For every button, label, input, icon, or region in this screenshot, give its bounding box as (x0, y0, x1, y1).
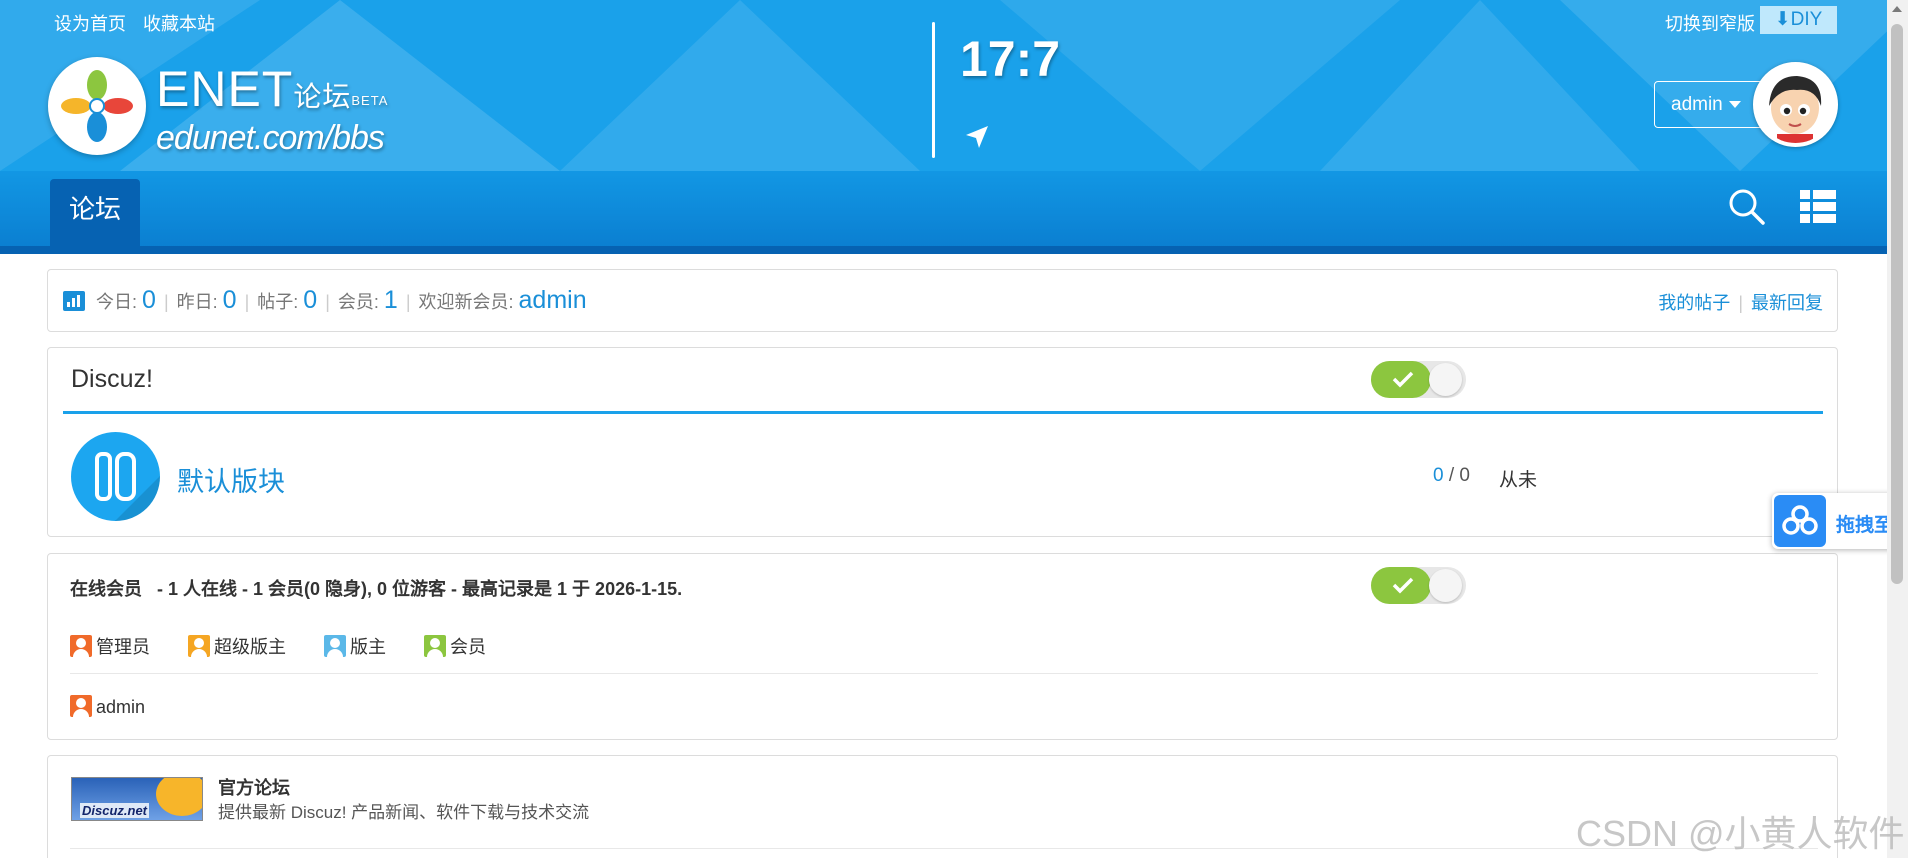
admin-user-icon (70, 695, 92, 717)
bar-chart-icon (63, 291, 85, 311)
user-menu-button[interactable]: admin (1654, 81, 1764, 128)
page-scrollbar[interactable] (1887, 0, 1908, 858)
header-links: 设为首页 收藏本站 (54, 10, 227, 36)
discuz-banner[interactable]: Discuz.net (71, 777, 203, 821)
posts-value: 0 (303, 286, 318, 314)
caret-down-icon (1728, 101, 1741, 109)
legend-super-moderator: 超级版主 (188, 633, 286, 659)
latest-replies-link[interactable]: 最新回复 (1751, 293, 1823, 313)
stats-sep: | (163, 292, 169, 312)
stats-sep: | (405, 292, 411, 312)
board-icon[interactable] (71, 432, 160, 521)
super-moderator-user-icon (188, 635, 211, 657)
brand-main: ENET (156, 61, 294, 117)
today-value: 0 (142, 286, 156, 314)
members-value: 1 (383, 286, 398, 314)
board-name-link[interactable]: 默认版块 (177, 460, 285, 499)
my-posts-link[interactable]: 我的帖子 (1658, 293, 1730, 313)
stats-line: 今日: 0 | 昨日: 0 | 帖子: 0 | 会员: 1 | 欢迎新会员: admin (96, 286, 587, 315)
location-arrow-icon (966, 126, 988, 148)
nav-tab-forum[interactable]: 论坛 (50, 179, 140, 247)
board-counts: 0 / 0 (1433, 465, 1470, 487)
online-collapse-toggle[interactable] (1371, 567, 1466, 604)
newest-member-link[interactable]: admin (519, 286, 587, 314)
member-user-icon (424, 635, 447, 657)
scroll-up-icon[interactable] (1892, 6, 1902, 12)
online-summary-text: - 1 人在线 - 1 会员(0 隐身), 0 位游客 - 最高记录是 1 于 … (157, 579, 683, 599)
online-members: 在线会员 - 1 人在线 - 1 会员(0 隐身), 0 位游客 - 最高记录是… (47, 553, 1838, 740)
page: 设为首页 收藏本站 ENET论坛BETA edunet.com/bbs 17:7… (0, 0, 1908, 858)
switch-narrow-link[interactable]: 切换到窄版 (1665, 10, 1755, 36)
member-legend: 管理员 超级版主 版主 会员 (70, 633, 519, 659)
avatar-image (1757, 66, 1834, 143)
links-divider (70, 848, 1818, 849)
watermark: CSDN @小黄人软件 (1576, 813, 1905, 854)
cloud-drive-icon (1774, 495, 1826, 547)
welcome-label: 欢迎新会员: (418, 292, 514, 312)
stats-sep: | (1738, 293, 1743, 313)
legend-label: 超级版主 (214, 637, 287, 657)
board-glyph-icon (95, 452, 160, 521)
cloud-drive-glyph (1782, 505, 1818, 535)
forum-category: Discuz! 默认版块 0 / 0 从未 (47, 347, 1838, 537)
check-icon (1392, 577, 1414, 594)
category-title[interactable]: Discuz! (71, 365, 153, 394)
site-logo[interactable] (48, 57, 146, 155)
legend-label: 会员 (450, 637, 487, 657)
banner-text: Discuz.net (80, 803, 150, 818)
posts-label: 帖子: (257, 292, 299, 312)
stats-bar: 今日: 0 | 昨日: 0 | 帖子: 0 | 会员: 1 | 欢迎新会员: admin 我的帖… (47, 269, 1838, 332)
online-user-admin[interactable]: admin (70, 695, 145, 718)
diy-button[interactable]: ⬇DIY (1760, 6, 1837, 34)
scroll-thumb[interactable] (1891, 24, 1903, 584)
brand-tag: BETA (351, 93, 389, 108)
legend-label: 版主 (350, 637, 387, 657)
today-label: 今日: (96, 292, 138, 312)
moderator-user-icon (324, 635, 347, 657)
avatar[interactable] (1753, 62, 1838, 147)
admin-user-icon (70, 635, 92, 657)
category-collapse-toggle[interactable] (1371, 361, 1466, 398)
site-header: 设为首页 收藏本站 ENET论坛BETA edunet.com/bbs 17:7… (0, 0, 1887, 171)
online-divider (70, 673, 1818, 674)
brand-sub: edunet.com/bbs (156, 119, 385, 157)
main-nav (0, 171, 1887, 247)
members-label: 会员: (337, 292, 379, 312)
category-rule (63, 411, 1823, 414)
nav-underline (0, 246, 1887, 254)
banner-sun (156, 778, 202, 816)
online-label[interactable]: 在线会员 (70, 579, 142, 599)
post-count: 0 (1459, 465, 1470, 486)
friend-links: Discuz.net 官方论坛 提供最新 Discuz! 产品新闻、软件下载与技… (47, 755, 1838, 858)
official-forum-link[interactable]: 官方论坛 (218, 774, 290, 800)
brand-cn: 论坛 (293, 81, 352, 112)
logo-icon (61, 70, 133, 142)
official-forum-description: 提供最新 Discuz! 产品新闻、软件下载与技术交流 (218, 803, 590, 822)
set-homepage-link[interactable]: 设为首页 (54, 14, 126, 34)
toggle-knob (1429, 363, 1462, 396)
user-name: admin (1671, 94, 1723, 115)
header-divider (932, 22, 935, 158)
thread-count: 0 (1433, 465, 1444, 486)
legend-label: 管理员 (96, 637, 150, 657)
brand-text: ENET论坛BETA edunet.com/bbs (156, 64, 388, 156)
bookmark-site-link[interactable]: 收藏本站 (143, 14, 215, 34)
online-summary: 在线会员 - 1 人在线 - 1 会员(0 隐身), 0 位游客 - 最高记录是… (70, 575, 682, 601)
yesterday-value: 0 (222, 286, 237, 314)
legend-member: 会员 (424, 633, 486, 659)
legend-admin: 管理员 (70, 633, 150, 659)
toggle-knob (1429, 569, 1462, 602)
search-icon[interactable] (1727, 187, 1767, 227)
stats-sep: | (325, 292, 330, 312)
grid-menu-icon[interactable] (1800, 190, 1836, 224)
yesterday-label: 昨日: (176, 292, 218, 312)
check-icon (1392, 371, 1414, 388)
legend-moderator: 版主 (324, 633, 386, 659)
last-post: 从未 (1499, 470, 1538, 491)
clock: 17:7 (960, 31, 1061, 87)
online-user-name: admin (96, 697, 146, 717)
stats-sep: | (244, 292, 250, 312)
count-separator: / (1448, 465, 1455, 486)
stats-links: 我的帖子 | 最新回复 (1658, 289, 1823, 315)
